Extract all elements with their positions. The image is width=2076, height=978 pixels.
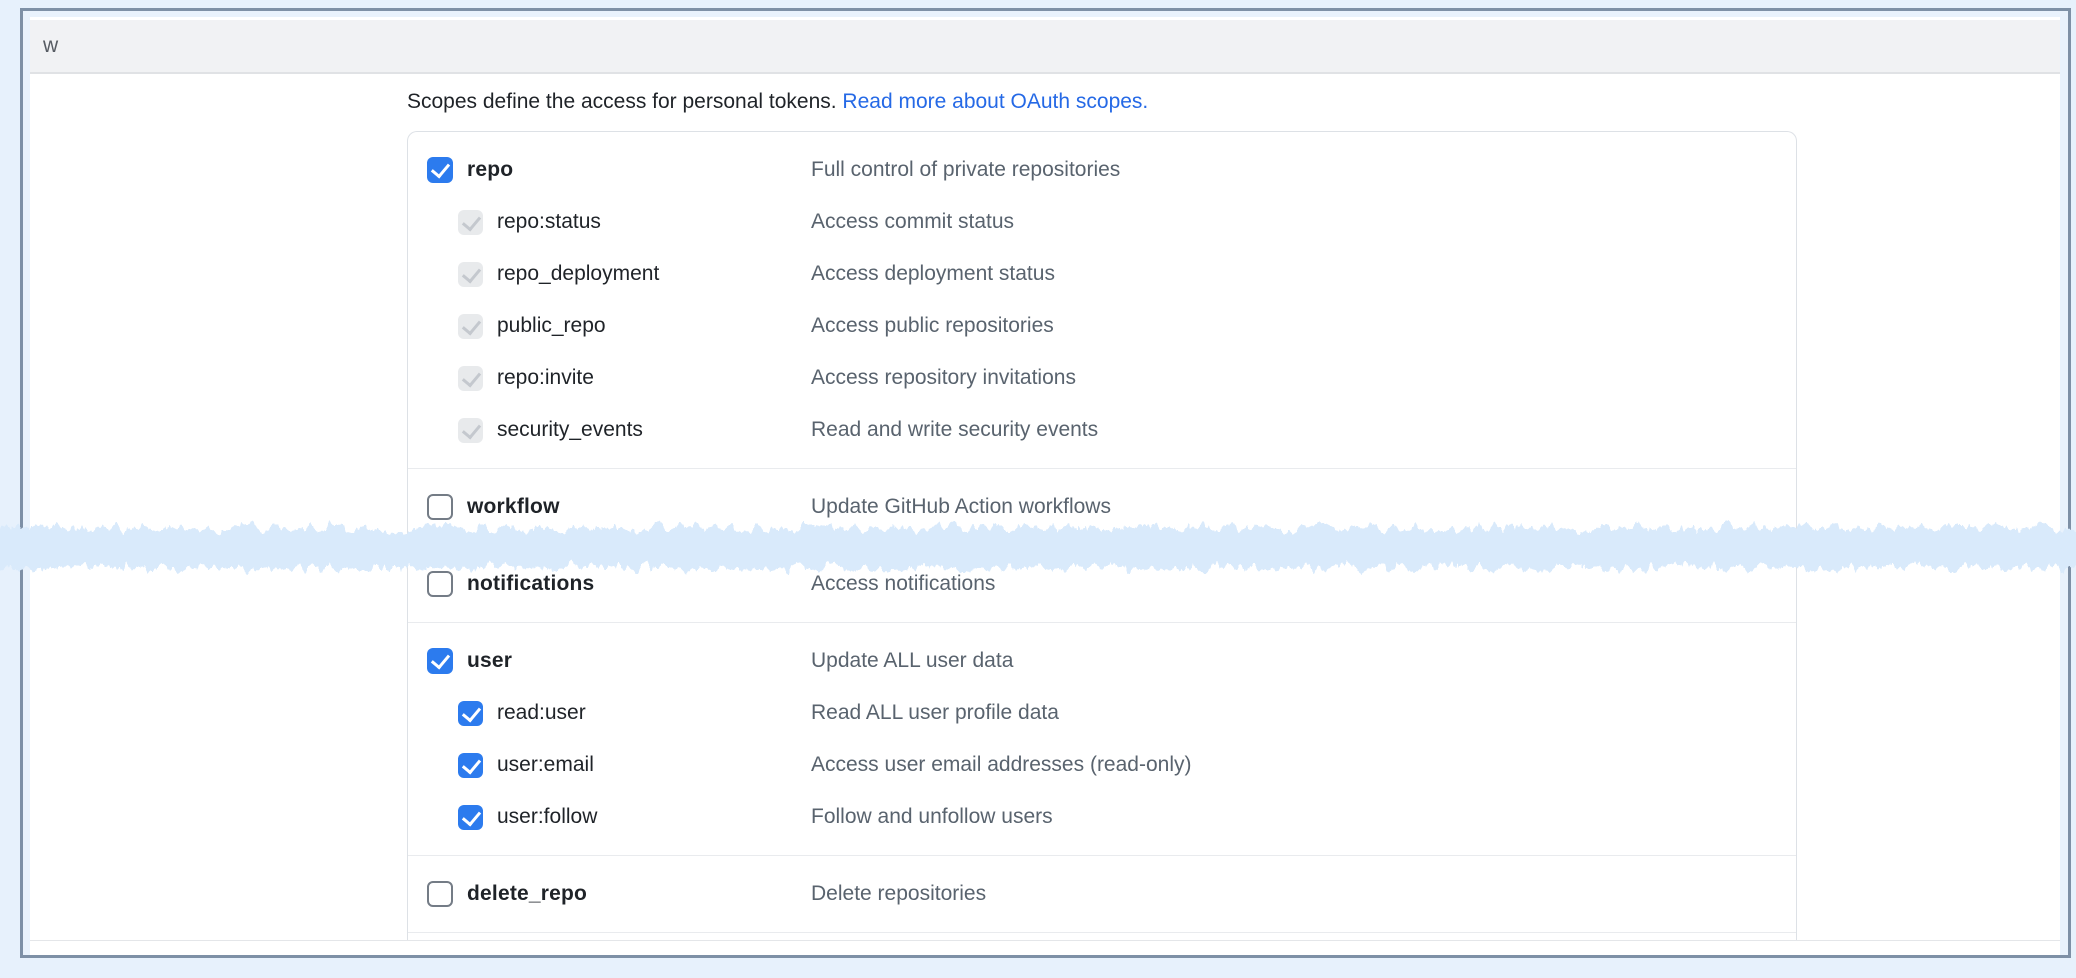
scope-label[interactable]: user:email (497, 753, 594, 777)
scope-description: Follow and unfollow users (811, 805, 1796, 829)
scope-row-delete-repo: delete_repo Delete repositories (408, 868, 1796, 920)
scope-group-cutoff (408, 932, 1796, 940)
scope-label[interactable]: user (467, 649, 512, 673)
scope-group-notifications: notifications Access notifications (408, 545, 1796, 622)
oauth-scopes-link[interactable]: Read more about OAuth scopes. (842, 90, 1148, 113)
scope-description: Access user email addresses (read-only) (811, 753, 1796, 777)
scope-group-user: user Update ALL user data read:user Read… (408, 622, 1796, 855)
scope-label[interactable]: delete_repo (467, 882, 587, 906)
scope-label: security_events (497, 418, 643, 442)
repo-deployment-checkbox (458, 262, 483, 287)
notifications-checkbox[interactable] (427, 571, 453, 597)
scope-group-workflow: workflow Update GitHub Action workflows (408, 468, 1796, 545)
scope-label[interactable]: repo (467, 158, 513, 182)
content-bottom-divider (30, 940, 2060, 941)
repo-invite-checkbox (458, 366, 483, 391)
scope-label: repo:status (497, 210, 601, 234)
scope-row-workflow: workflow Update GitHub Action workflows (408, 481, 1796, 533)
security-events-checkbox (458, 418, 483, 443)
repo-status-checkbox (458, 210, 483, 235)
repo-checkbox[interactable] (427, 157, 453, 183)
scope-label: public_repo (497, 314, 606, 338)
scope-label[interactable]: notifications (467, 572, 594, 596)
scope-row-repo-invite: repo:invite Access repository invitation… (408, 352, 1796, 404)
scope-row-public-repo: public_repo Access public repositories (408, 300, 1796, 352)
scope-label[interactable]: read:user (497, 701, 586, 725)
scope-group-delete-repo: delete_repo Delete repositories (408, 855, 1796, 932)
scope-group-repo: repo Full control of private repositorie… (408, 132, 1796, 468)
scope-description: Read ALL user profile data (811, 701, 1796, 725)
scope-label[interactable]: workflow (467, 495, 560, 519)
scopes-intro: Scopes define the access for personal to… (407, 89, 1797, 115)
user-email-checkbox[interactable] (458, 753, 483, 778)
screenshot-window: Scopes define the access for personal to… (20, 8, 2071, 958)
scopes-intro-text: Scopes define the access for personal to… (407, 90, 842, 113)
scope-row-repo: repo Full control of private repositorie… (408, 144, 1796, 196)
user-checkbox[interactable] (427, 648, 453, 674)
scope-description: Delete repositories (811, 882, 1796, 906)
scope-row-user-follow: user:follow Follow and unfollow users (408, 791, 1796, 843)
public-repo-checkbox (458, 314, 483, 339)
scopes-list: repo Full control of private repositorie… (407, 131, 1797, 940)
scopes-section: Scopes define the access for personal to… (30, 76, 2060, 940)
scope-description: Read and write security events (811, 418, 1796, 442)
scope-row-read-user: read:user Read ALL user profile data (408, 687, 1796, 739)
scope-description: Access deployment status (811, 262, 1796, 286)
scope-description: Access repository invitations (811, 366, 1796, 390)
scope-label[interactable]: user:follow (497, 805, 597, 829)
scope-description: Update GitHub Action workflows (811, 495, 1796, 519)
note-input[interactable] (30, 20, 2060, 74)
workflow-checkbox[interactable] (427, 494, 453, 520)
scope-row-notifications: notifications Access notifications (408, 558, 1796, 610)
scope-description: Update ALL user data (811, 649, 1796, 673)
scope-description: Access commit status (811, 210, 1796, 234)
read-user-checkbox[interactable] (458, 701, 483, 726)
scope-row-repo-status: repo:status Access commit status (408, 196, 1796, 248)
scope-label: repo:invite (497, 366, 594, 390)
scope-description: Full control of private repositories (811, 158, 1796, 182)
scope-row-security-events: security_events Read and write security … (408, 404, 1796, 456)
scope-row-user-email: user:email Access user email addresses (… (408, 739, 1796, 791)
delete-repo-checkbox[interactable] (427, 881, 453, 907)
scope-row-user: user Update ALL user data (408, 635, 1796, 687)
user-follow-checkbox[interactable] (458, 805, 483, 830)
scope-description: Access public repositories (811, 314, 1796, 338)
page-content: Scopes define the access for personal to… (30, 17, 2060, 955)
scope-row-repo-deployment: repo_deployment Access deployment status (408, 248, 1796, 300)
scope-label: repo_deployment (497, 262, 659, 286)
scope-description: Access notifications (811, 572, 1796, 596)
